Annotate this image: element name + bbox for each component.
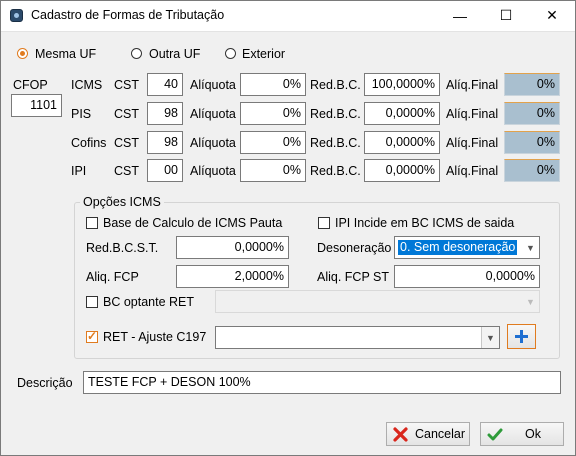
ret-ajuste-checkbox[interactable] [86,329,98,343]
pis-redbc-field[interactable]: 0,0000% [364,102,440,125]
chevron-down-icon: ▼ [526,296,535,307]
maximize-icon: ☐ [499,7,513,23]
plus-icon [515,330,528,343]
chevron-down-icon[interactable]: ▼ [522,237,539,258]
redbc-label: Red.B.C. [310,164,361,178]
chevron-down-icon[interactable]: ▼ [481,327,499,348]
aliq-fcp-label: Aliq. FCP [86,270,139,284]
tax-name: PIS [71,107,92,121]
redbc-label: Red.B.C. [310,107,361,121]
minimize-icon: — [453,7,467,24]
ipi-aliq-final-field: 0% [504,159,560,182]
app-icon [10,9,23,22]
ipi-incide-checkbox[interactable] [318,217,330,229]
checkmark-icon [487,428,503,441]
ok-button[interactable]: Ok [480,422,564,446]
aliq-final-label: Alíq.Final [446,164,499,178]
radio-mesma-uf-label[interactable]: Mesma UF [35,47,96,61]
ret-ajuste-select[interactable]: ▼ [215,326,500,349]
cst-label: CST [114,136,139,150]
desoneracao-select[interactable]: 0. Sem desoneração ▼ [394,236,540,259]
desoneracao-label: Desoneração [317,241,392,255]
aliq-fcp-st-field[interactable]: 0,0000% [394,265,540,288]
aliquota-label: Alíquota [190,107,236,121]
maximize-button[interactable]: ☐ [483,0,529,31]
aliq-final-label: Alíq.Final [446,107,499,121]
aliquota-label: Alíquota [190,164,236,178]
aliq-fcp-st-label: Aliq. FCP ST [317,270,390,284]
descricao-field[interactable]: TESTE FCP + DESON 100% [83,371,561,394]
icms-aliq-final-field: 0% [504,73,560,96]
icms-redbc-field[interactable]: 100,0000% [364,73,440,96]
radio-outra-uf[interactable] [131,48,142,59]
radio-mesma-uf[interactable] [17,48,28,59]
add-ret-button[interactable] [507,324,536,349]
cst-label: CST [114,164,139,178]
ipi-redbc-field[interactable]: 0,0000% [364,159,440,182]
cancel-label: Cancelar [415,427,466,441]
icms-cst-field[interactable]: 40 [147,73,183,96]
pis-cst-field[interactable]: 98 [147,102,183,125]
aliq-final-label: Alíq.Final [446,78,499,92]
cfop-label: CFOP [13,78,48,92]
tax-name: ICMS [71,78,103,92]
radio-exterior[interactable] [225,48,236,59]
base-calc-pauta-checkbox[interactable] [86,217,98,229]
tax-name: Cofins [71,136,107,150]
cst-label: CST [114,107,139,121]
cancel-icon [393,427,408,442]
red-bcst-field[interactable]: 0,0000% [176,236,289,259]
cst-label: CST [114,78,139,92]
ipi-cst-field[interactable]: 00 [147,159,183,182]
ipi-incide-label[interactable]: IPI Incide em BC ICMS de saida [335,216,514,230]
cofins-aliq-final-field: 0% [504,131,560,154]
ipi-aliquota-field[interactable]: 0% [240,159,306,182]
ok-label: Ok [525,427,541,441]
ret-ajuste-label[interactable]: RET - Ajuste C197 [103,330,206,344]
icms-aliquota-field[interactable]: 0% [240,73,306,96]
aliquota-label: Alíquota [190,78,236,92]
base-calc-pauta-label[interactable]: Base de Calculo de ICMS Pauta [103,216,282,230]
cofins-cst-field[interactable]: 98 [147,131,183,154]
descricao-label: Descrição [17,376,73,390]
desoneracao-value: 0. Sem desoneração [398,240,518,255]
minimize-button[interactable]: — [437,0,483,31]
cofins-aliquota-field[interactable]: 0% [240,131,306,154]
bc-optante-ret-checkbox[interactable] [86,296,98,308]
redbc-label: Red.B.C. [310,78,361,92]
pis-aliquota-field[interactable]: 0% [240,102,306,125]
redbc-label: Red.B.C. [310,136,361,150]
bc-optante-ret-label[interactable]: BC optante RET [103,295,194,309]
cofins-redbc-field[interactable]: 0,0000% [364,131,440,154]
close-icon: ✕ [546,7,558,23]
aliquota-label: Alíquota [190,136,236,150]
icms-options-title: Opções ICMS [80,195,164,209]
cfop-field[interactable]: 1101 [11,94,62,117]
cancel-button[interactable]: Cancelar [386,422,470,446]
window-title: Cadastro de Formas de Tributação [31,8,225,22]
pis-aliq-final-field: 0% [504,102,560,125]
close-button[interactable]: ✕ [529,0,575,31]
aliq-final-label: Alíq.Final [446,136,499,150]
tax-name: IPI [71,164,87,178]
red-bcst-label: Red.B.C.S.T. [86,241,159,255]
aliq-fcp-field[interactable]: 2,0000% [176,265,289,288]
radio-outra-uf-label[interactable]: Outra UF [149,47,200,61]
bc-optante-ret-select: ▼ [215,290,540,313]
radio-exterior-label[interactable]: Exterior [242,47,285,61]
